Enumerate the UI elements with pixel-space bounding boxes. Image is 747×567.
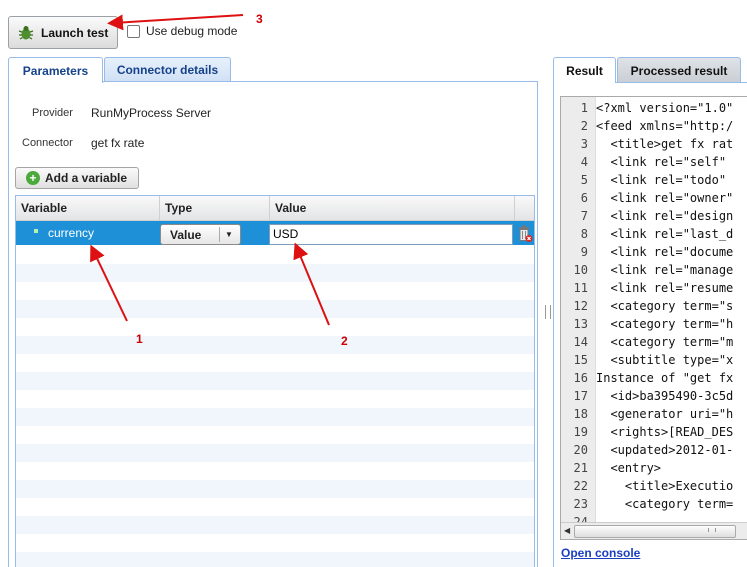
- tab-parameters-label: Parameters: [22, 63, 89, 78]
- annotation-number-2: 2: [341, 334, 348, 348]
- annotation-arrow-3: [107, 14, 244, 31]
- annotation-number-1: 1: [136, 332, 143, 346]
- tab-parameters[interactable]: Parameters: [8, 57, 103, 83]
- tab-result[interactable]: Result: [553, 57, 616, 83]
- tab-result-label: Result: [566, 63, 603, 78]
- annotation-arrows: [90, 14, 330, 326]
- annotation-arrow-2: [293, 242, 330, 326]
- annotation-number-3: 3: [256, 12, 263, 26]
- annotation-arrow-1: [90, 244, 128, 322]
